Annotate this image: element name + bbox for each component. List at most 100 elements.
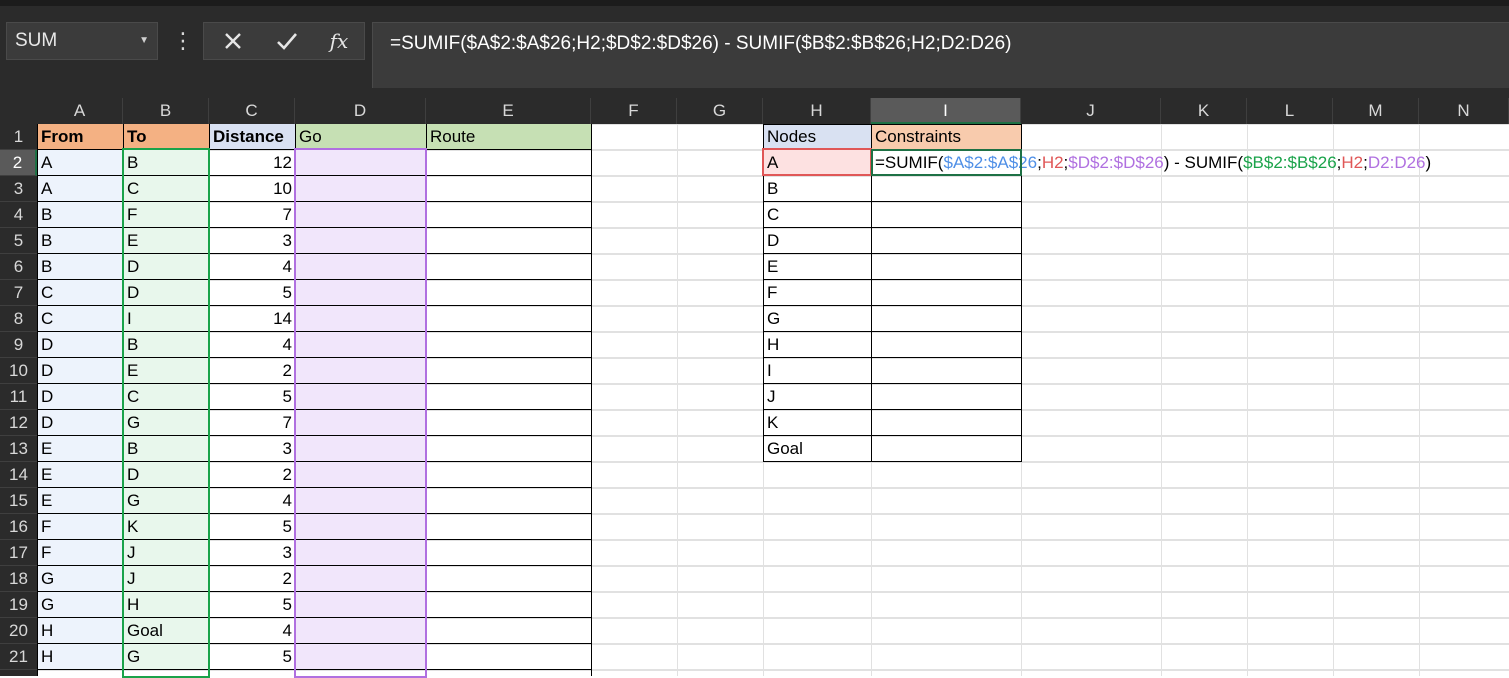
cell-distance[interactable]: 2 xyxy=(210,358,295,383)
cell-node[interactable]: F xyxy=(764,280,871,305)
cell-from[interactable]: H xyxy=(38,618,123,643)
cell-constraint[interactable] xyxy=(872,436,1021,461)
header-distance[interactable]: Distance xyxy=(210,124,295,149)
cell-distance[interactable]: 10 xyxy=(210,176,295,201)
column-header-a[interactable]: A xyxy=(37,98,123,124)
row-header-3[interactable]: 3 xyxy=(0,176,37,202)
cell-from[interactable]: E xyxy=(38,488,123,513)
column-header-b[interactable]: B xyxy=(123,98,209,124)
cell-route[interactable] xyxy=(427,254,591,279)
cell-distance[interactable]: 12 xyxy=(210,150,295,175)
cell-node[interactable]: Goal xyxy=(764,436,871,461)
cell-from[interactable]: G xyxy=(38,592,123,617)
cell-node[interactable]: K xyxy=(764,410,871,435)
row-header-13[interactable]: 13 xyxy=(0,436,37,462)
cell-route[interactable] xyxy=(427,488,591,513)
cell-from[interactable]: D xyxy=(38,332,123,357)
row-header-9[interactable]: 9 xyxy=(0,332,37,358)
cell-distance[interactable]: 5 xyxy=(210,644,295,669)
cell-distance[interactable]: 4 xyxy=(210,618,295,643)
cell-route[interactable] xyxy=(427,176,591,201)
cell-node[interactable]: J xyxy=(764,384,871,409)
cell-from[interactable]: A xyxy=(38,176,123,201)
row-header-18[interactable]: 18 xyxy=(0,566,37,592)
cell-distance[interactable]: 3 xyxy=(210,540,295,565)
cell-from[interactable]: C xyxy=(38,280,123,305)
row-header-20[interactable]: 20 xyxy=(0,618,37,644)
column-header-l[interactable]: L xyxy=(1247,98,1333,124)
column-header-c[interactable]: C xyxy=(209,98,295,124)
cell-route[interactable] xyxy=(427,332,591,357)
row-header-8[interactable]: 8 xyxy=(0,306,37,332)
cell-from[interactable]: G xyxy=(38,566,123,591)
cell-distance[interactable]: 5 xyxy=(210,384,295,409)
column-header-d[interactable]: D xyxy=(295,98,426,124)
cell-distance[interactable]: 5 xyxy=(210,280,295,305)
column-header-k[interactable]: K xyxy=(1161,98,1247,124)
cell-constraint[interactable] xyxy=(872,306,1021,331)
row-header-2[interactable]: 2 xyxy=(0,150,37,176)
cell-distance[interactable]: 4 xyxy=(210,488,295,513)
cell-route[interactable] xyxy=(427,410,591,435)
cell-route[interactable] xyxy=(427,306,591,331)
column-header-m[interactable]: M xyxy=(1333,98,1419,124)
header-to[interactable]: To xyxy=(124,124,209,149)
cell-route[interactable] xyxy=(427,514,591,539)
cell-node[interactable]: D xyxy=(764,228,871,253)
header-nodes[interactable]: Nodes xyxy=(764,124,871,149)
cell-distance[interactable]: 3 xyxy=(210,228,295,253)
cell-distance[interactable]: 7 xyxy=(210,202,295,227)
cell-distance[interactable]: 4 xyxy=(210,254,295,279)
cell-route[interactable] xyxy=(427,436,591,461)
cell-node[interactable]: G xyxy=(764,306,871,331)
row-header-17[interactable]: 17 xyxy=(0,540,37,566)
cell-from[interactable]: D xyxy=(38,384,123,409)
cell-distance[interactable]: 5 xyxy=(210,592,295,617)
cell-from[interactable]: F xyxy=(38,540,123,565)
cell-from[interactable]: F xyxy=(38,514,123,539)
cell-constraint[interactable] xyxy=(872,228,1021,253)
cell-from[interactable]: E xyxy=(38,436,123,461)
cancel-x-icon[interactable] xyxy=(208,23,258,59)
cell-node[interactable]: I xyxy=(764,358,871,383)
cell-from[interactable]: B xyxy=(38,254,123,279)
row-header-7[interactable]: 7 xyxy=(0,280,37,306)
column-header-j[interactable]: J xyxy=(1021,98,1161,124)
cell-from[interactable]: B xyxy=(38,228,123,253)
checkmark-icon[interactable] xyxy=(262,23,312,59)
row-header-16[interactable]: 16 xyxy=(0,514,37,540)
cell-constraint[interactable] xyxy=(872,280,1021,305)
cell-route[interactable] xyxy=(427,384,591,409)
cell-constraint[interactable] xyxy=(872,202,1021,227)
row-header-4[interactable]: 4 xyxy=(0,202,37,228)
row-header-6[interactable]: 6 xyxy=(0,254,37,280)
cell-from[interactable]: E xyxy=(38,462,123,487)
column-header-g[interactable]: G xyxy=(677,98,763,124)
cell-from[interactable]: H xyxy=(38,644,123,669)
cell-from[interactable]: B xyxy=(38,202,123,227)
cell-from[interactable]: D xyxy=(38,410,123,435)
row-header-10[interactable]: 10 xyxy=(0,358,37,384)
name-box[interactable]: SUM ▼ xyxy=(6,22,158,60)
cell-route[interactable] xyxy=(427,618,591,643)
cell-route[interactable] xyxy=(427,566,591,591)
row-header-14[interactable]: 14 xyxy=(0,462,37,488)
header-go[interactable]: Go xyxy=(296,124,426,149)
formula-input[interactable]: =SUMIF($A$2:$A$26;H2;$D$2:$D$26) - SUMIF… xyxy=(372,22,1509,88)
cell-distance[interactable]: 4 xyxy=(210,332,295,357)
cell-constraint[interactable] xyxy=(872,410,1021,435)
cell-node[interactable]: E xyxy=(764,254,871,279)
cell-distance[interactable]: 7 xyxy=(210,410,295,435)
cell-distance[interactable]: 2 xyxy=(210,462,295,487)
row-header-1[interactable]: 1 xyxy=(0,124,37,150)
cell-route[interactable] xyxy=(427,644,591,669)
cell-route[interactable] xyxy=(427,202,591,227)
cell-constraint[interactable] xyxy=(872,358,1021,383)
cell-from[interactable]: C xyxy=(38,306,123,331)
cell-constraint[interactable] xyxy=(872,176,1021,201)
header-from[interactable]: From xyxy=(38,124,123,149)
cell-constraint[interactable] xyxy=(872,254,1021,279)
header-route[interactable]: Route xyxy=(427,124,591,149)
editing-cell-i2[interactable]: =SUMIF($A$2:$A$26;H2;$D$2:$D$26) - SUMIF… xyxy=(871,149,1431,176)
row-header-12[interactable]: 12 xyxy=(0,410,37,436)
